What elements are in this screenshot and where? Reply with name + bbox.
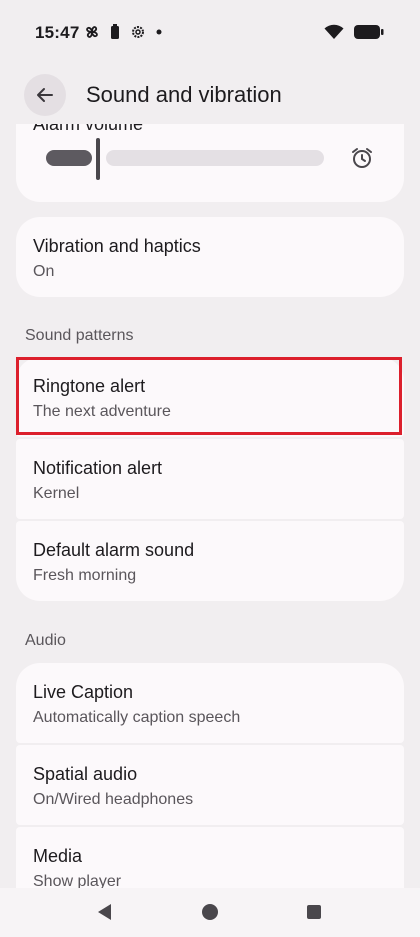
item-value: Automatically caption speech: [33, 709, 241, 726]
settings-list[interactable]: Alarm volume Vibration and haptics On So…: [0, 124, 420, 888]
nav-home-icon[interactable]: [200, 902, 220, 922]
alarm-volume-card: Alarm volume: [16, 124, 404, 202]
section-header-sound-patterns: Sound patterns: [25, 327, 134, 344]
slider-thumb[interactable]: [96, 138, 100, 180]
slider-active-track: [46, 150, 92, 166]
item-value: Kernel: [33, 485, 80, 502]
selection-highlight: [16, 357, 402, 435]
notification-dot-icon: [156, 29, 162, 35]
item-value: Fresh morning: [33, 567, 137, 584]
nav-back-icon[interactable]: [95, 902, 115, 922]
arrow-back-icon: [37, 88, 53, 102]
item-title: Vibration and haptics: [33, 236, 201, 256]
item-title: Media: [33, 846, 83, 866]
item-title: Default alarm sound: [33, 540, 195, 560]
app-bar: Sound and vibration: [0, 68, 420, 124]
item-title: Spatial audio: [33, 764, 138, 784]
page-title: Sound and vibration: [86, 82, 282, 107]
slider-inactive-track: [106, 150, 324, 166]
status-bar: 15:47: [0, 0, 420, 68]
wifi-icon: [324, 24, 344, 39]
item-title: Notification alert: [33, 458, 163, 478]
item-value: On/Wired headphones: [33, 791, 194, 808]
battery-saver-icon: [111, 24, 119, 39]
alarm-clock-icon[interactable]: [350, 146, 374, 170]
item-title: Live Caption: [33, 682, 134, 702]
alarm-volume-slider[interactable]: [16, 124, 346, 184]
spatial-audio-item[interactable]: Spatial audio On/Wired headphones: [16, 745, 404, 825]
navigation-bar: [0, 888, 420, 937]
status-time: 15:47: [35, 23, 80, 42]
back-button[interactable]: [24, 74, 66, 116]
live-caption-item[interactable]: Live Caption Automatically caption speec…: [16, 663, 404, 743]
fan-icon: [86, 26, 98, 38]
section-header-audio: Audio: [25, 632, 66, 649]
item-value: On: [33, 263, 55, 280]
notification-alert-item[interactable]: Notification alert Kernel: [16, 439, 404, 519]
vibration-haptics-item[interactable]: Vibration and haptics On: [16, 217, 404, 297]
default-alarm-sound-item[interactable]: Default alarm sound Fresh morning: [16, 521, 404, 601]
item-value: Show player: [33, 873, 122, 888]
nav-recents-icon[interactable]: [305, 902, 323, 922]
settings-gear-icon: [132, 26, 144, 38]
media-item[interactable]: Media Show player: [16, 827, 404, 888]
battery-icon: [354, 25, 384, 39]
